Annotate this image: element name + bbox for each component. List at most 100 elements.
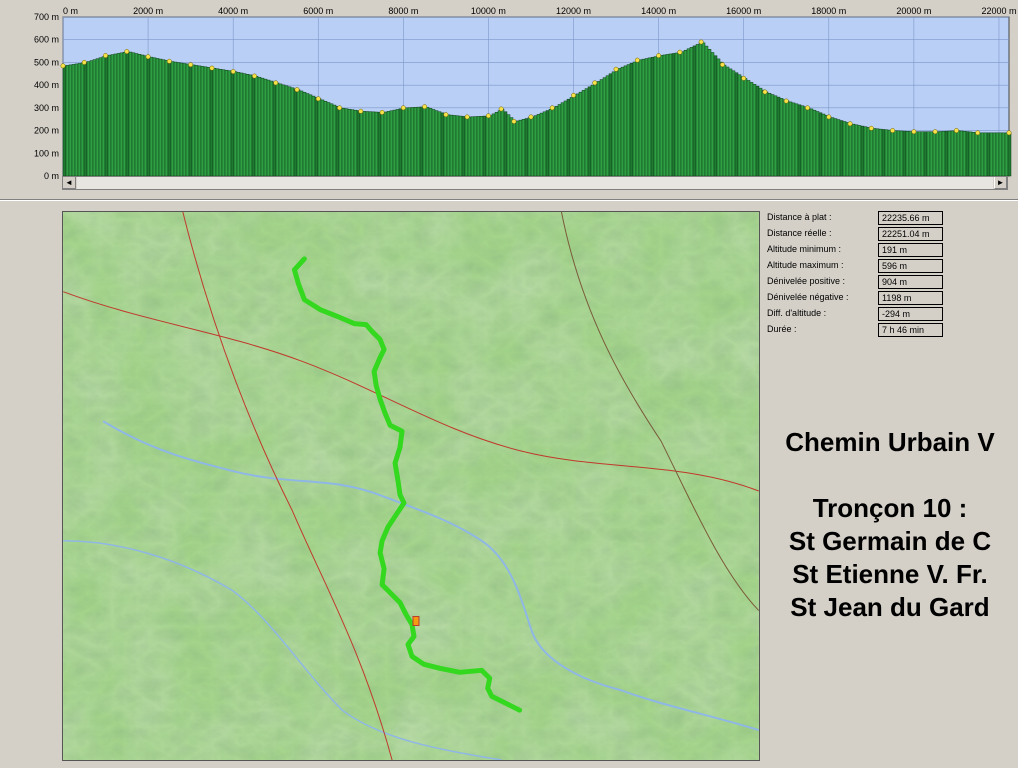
- elevation-bar: [413, 107, 418, 177]
- elevation-bar: [215, 68, 220, 177]
- elevation-bar: [503, 111, 508, 177]
- elevation-bar: [296, 89, 301, 177]
- elevation-point: [485, 113, 491, 119]
- elevation-bar: [710, 52, 715, 177]
- elevation-bar: [527, 117, 532, 177]
- elevation-point: [911, 129, 917, 135]
- elevation-bar: [470, 116, 475, 177]
- elevation-bar: [959, 130, 964, 177]
- elevation-bar: [272, 81, 277, 177]
- elevation-bar: [251, 75, 256, 177]
- elevation-bar: [137, 54, 142, 177]
- panel-divider[interactable]: [0, 199, 1018, 201]
- elevation-bar: [740, 76, 745, 177]
- elevation-bar: [692, 45, 697, 177]
- elevation-bar: [356, 110, 361, 177]
- elevation-bar: [956, 130, 961, 177]
- elevation-bar: [662, 54, 667, 177]
- elevation-bar: [302, 92, 307, 177]
- stat-row: Dénivelée négative : 1198 m: [765, 290, 945, 306]
- elevation-point: [166, 58, 172, 64]
- elevation-bar: [311, 95, 316, 177]
- elevation-bar: [275, 82, 280, 177]
- elevation-point: [400, 105, 406, 111]
- elevation-point: [549, 105, 555, 111]
- elevation-bar: [494, 112, 499, 177]
- elevation-bar: [248, 74, 253, 177]
- stat-label: Altitude maximum :: [767, 260, 844, 270]
- profile-scrollbar[interactable]: ◄ ►: [62, 176, 1008, 190]
- elevation-bar: [395, 109, 400, 177]
- elevation-point: [783, 98, 789, 104]
- elevation-point: [81, 59, 87, 65]
- elevation-bar: [521, 119, 526, 177]
- elevation-bar: [239, 72, 244, 177]
- elevation-bar: [968, 131, 973, 177]
- elevation-bar: [605, 75, 610, 177]
- elevation-point: [656, 53, 662, 59]
- y-tick-label: 400 m: [34, 80, 59, 90]
- elevation-point: [251, 73, 257, 79]
- elevation-point: [358, 108, 364, 114]
- elevation-bar: [71, 64, 76, 177]
- elevation-bar: [437, 111, 442, 177]
- elevation-point: [103, 53, 108, 59]
- elevation-bar: [146, 56, 151, 177]
- elevation-bar: [587, 86, 592, 177]
- elevation-bar: [806, 107, 811, 177]
- scroll-track[interactable]: [77, 177, 993, 189]
- elevation-bar: [266, 79, 271, 177]
- elevation-point: [379, 109, 385, 115]
- elevation-point: [890, 128, 896, 134]
- elevation-bar: [716, 58, 721, 177]
- elevation-bar: [731, 70, 736, 177]
- elevation-bar: [695, 44, 700, 177]
- elevation-bar: [965, 131, 970, 177]
- stat-value: 7 h 46 min: [878, 323, 943, 337]
- elevation-bar: [410, 107, 415, 177]
- y-tick-label: 0 m: [44, 171, 59, 181]
- elevation-point: [932, 129, 938, 135]
- elevation-bar: [536, 114, 541, 177]
- elevation-bar: [344, 108, 349, 177]
- elevation-point: [975, 130, 981, 136]
- elevation-point: [847, 121, 853, 127]
- elevation-bar: [179, 62, 184, 177]
- elevation-bar: [668, 53, 673, 177]
- elevation-bar: [278, 83, 283, 177]
- elevation-bar: [947, 130, 952, 177]
- elevation-bar: [632, 61, 637, 177]
- elevation-bar: [314, 97, 319, 177]
- elevation-bar: [833, 118, 838, 177]
- title-line: St Etienne V. Fr.: [792, 559, 988, 589]
- elevation-bar: [428, 108, 433, 177]
- elevation-bar: [299, 90, 304, 177]
- elevation-bar: [398, 108, 403, 177]
- elevation-bar: [926, 131, 931, 177]
- scroll-left-icon[interactable]: ◄: [63, 177, 76, 189]
- scroll-right-icon[interactable]: ►: [994, 177, 1007, 189]
- elevation-bar: [653, 56, 658, 177]
- elevation-bar: [977, 132, 982, 177]
- elevation-bar: [509, 117, 514, 177]
- elevation-bar: [122, 52, 127, 177]
- elevation-point: [698, 39, 704, 45]
- elevation-bar: [140, 54, 145, 177]
- elevation-bar: [425, 106, 430, 177]
- stat-label: Dénivelée positive :: [767, 276, 846, 286]
- y-tick-label: 600 m: [34, 35, 59, 45]
- elevation-bar: [827, 116, 832, 177]
- elevation-point: [145, 54, 151, 60]
- elevation-bar: [383, 111, 388, 177]
- elevation-bar: [455, 115, 460, 177]
- elevation-bar: [332, 104, 337, 177]
- elevation-bar: [776, 96, 781, 177]
- elevation-bar: [113, 53, 118, 177]
- elevation-bar: [863, 126, 868, 177]
- topographic-map[interactable]: [62, 211, 760, 761]
- elevation-bar: [929, 131, 934, 177]
- elevation-bar: [452, 115, 457, 177]
- elevation-bar: [530, 116, 535, 177]
- stat-row: Diff. d'altitude : -294 m: [765, 306, 945, 322]
- elevation-bar: [680, 51, 685, 177]
